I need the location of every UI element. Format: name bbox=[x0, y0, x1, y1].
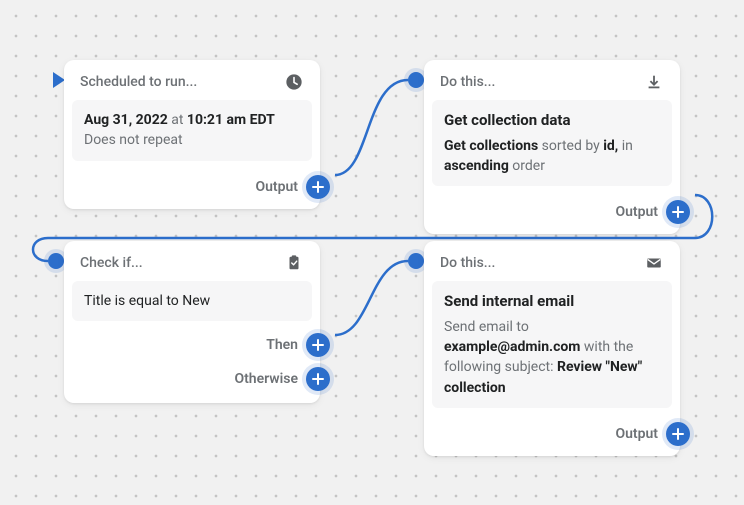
output-label: Output bbox=[615, 204, 658, 220]
trigger-card[interactable]: Scheduled to run... Aug 31, 2022 at 10:2… bbox=[64, 60, 320, 209]
card-header-title: Check if... bbox=[80, 255, 284, 271]
desc-pre: Get collections bbox=[444, 138, 538, 154]
output-label: Output bbox=[615, 426, 658, 442]
condition-body: Title is equal to New bbox=[72, 281, 312, 321]
add-output-button[interactable] bbox=[306, 175, 330, 199]
then-label: Then bbox=[266, 337, 298, 353]
email-address: example@admin.com bbox=[444, 339, 580, 355]
node-entry-dot bbox=[48, 253, 64, 269]
card-header-title: Scheduled to run... bbox=[80, 74, 284, 90]
card-header: Scheduled to run... bbox=[64, 60, 320, 100]
download-icon bbox=[644, 72, 664, 92]
desc-tail: order bbox=[509, 158, 545, 174]
output-label: Output bbox=[255, 179, 298, 195]
email-l1: Send email to bbox=[444, 319, 529, 335]
action-card-get-collection[interactable]: Do this... Get collection data Get colle… bbox=[424, 60, 680, 234]
otherwise-label: Otherwise bbox=[234, 371, 298, 387]
desc-id: id, bbox=[603, 138, 618, 154]
condition-card[interactable]: Check if... Title is equal to New Then O… bbox=[64, 241, 320, 403]
action-body: Get collection data Get collections sort… bbox=[432, 100, 672, 186]
card-header-title: Do this... bbox=[440, 74, 644, 90]
schedule-repeat: Does not repeat bbox=[84, 130, 300, 150]
node-entry-dot bbox=[408, 253, 424, 269]
action-body: Send internal email Send email to exampl… bbox=[432, 281, 672, 408]
card-header: Do this... bbox=[424, 60, 680, 100]
clipboard-icon bbox=[284, 253, 304, 273]
desc-mid: sorted by bbox=[538, 138, 603, 154]
add-output-button[interactable] bbox=[666, 422, 690, 446]
card-header: Do this... bbox=[424, 241, 680, 281]
schedule-date: Aug 31, 2022 bbox=[84, 112, 168, 128]
action-title: Send internal email bbox=[444, 291, 660, 313]
card-header: Check if... bbox=[64, 241, 320, 281]
schedule-at: at bbox=[168, 112, 187, 128]
desc-in: in bbox=[618, 138, 633, 154]
node-entry-dot bbox=[408, 72, 424, 88]
card-header-title: Do this... bbox=[440, 255, 644, 271]
clock-icon bbox=[284, 72, 304, 92]
mail-icon bbox=[644, 253, 664, 273]
trigger-body: Aug 31, 2022 at 10:21 am EDT Does not re… bbox=[72, 100, 312, 161]
action-card-send-email[interactable]: Do this... Send internal email Send emai… bbox=[424, 241, 680, 456]
schedule-time: 10:21 am EDT bbox=[187, 112, 275, 128]
condition-text: Title is equal to New bbox=[84, 293, 210, 309]
action-title: Get collection data bbox=[444, 110, 660, 132]
desc-asc: ascending bbox=[444, 158, 509, 174]
